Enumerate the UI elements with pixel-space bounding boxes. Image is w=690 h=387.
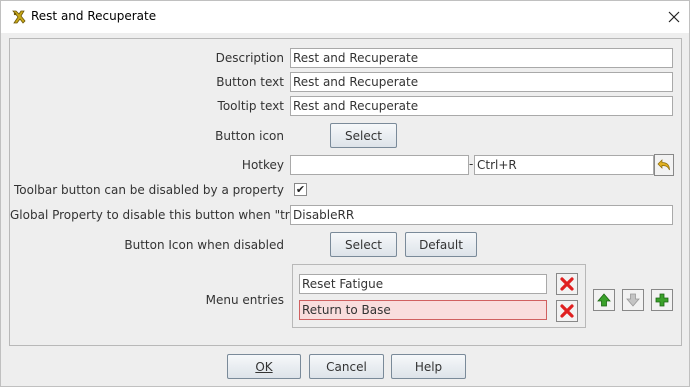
description-field[interactable]: Rest and Recuperate <box>290 48 673 68</box>
menu-entries-list: Reset Fatigue Return to Base <box>292 264 586 328</box>
tooltip-field[interactable]: Rest and Recuperate <box>290 96 673 116</box>
cancel-button[interactable]: Cancel <box>309 354 384 379</box>
button-text-label: Button text <box>216 75 284 89</box>
global-property-label: Global Property to disable this button w… <box>10 208 311 222</box>
title-bar: Rest and Recuperate <box>1 1 689 33</box>
properties-panel: Description Rest and Recuperate Button t… <box>9 38 682 346</box>
close-icon <box>668 11 680 23</box>
app-icon <box>12 10 26 24</box>
ok-button[interactable]: OK <box>227 354 301 379</box>
button-icon-label: Button icon <box>215 129 284 143</box>
button-icon-select-button[interactable]: Select <box>330 123 397 148</box>
menu-entry-field[interactable]: Reset Fatigue <box>299 274 547 294</box>
global-property-field[interactable]: DisableRR <box>290 205 673 225</box>
delete-entry-button[interactable] <box>556 273 578 295</box>
toolbar-disable-checkbox[interactable]: ✔ <box>294 183 307 196</box>
gray-down-arrow-icon <box>626 293 640 307</box>
menu-entry-field-error[interactable]: Return to Base <box>299 300 547 320</box>
green-up-arrow-icon <box>597 293 611 307</box>
toolbar-disable-label: Toolbar button can be disabled by a prop… <box>14 183 284 197</box>
hotkey-input[interactable] <box>290 155 469 175</box>
window-title: Rest and Recuperate <box>31 9 157 23</box>
dialog-window: Rest and Recuperate Description Rest and… <box>0 0 690 387</box>
move-up-button[interactable] <box>593 289 615 311</box>
red-x-icon <box>560 277 574 291</box>
icon-disabled-default-button[interactable]: Default <box>405 232 477 257</box>
menu-entries-label: Menu entries <box>205 293 284 307</box>
ok-label: OK <box>255 359 273 374</box>
hotkey-undo-button[interactable] <box>654 154 674 176</box>
delete-entry-button[interactable] <box>556 300 578 322</box>
tooltip-label: Tooltip text <box>217 99 284 113</box>
hotkey-separator: - <box>469 157 474 171</box>
move-down-button[interactable] <box>622 289 644 311</box>
description-label: Description <box>215 51 284 65</box>
red-x-icon <box>560 304 574 318</box>
close-button[interactable] <box>661 5 687 29</box>
icon-disabled-label: Button Icon when disabled <box>124 238 284 252</box>
undo-arrow-icon <box>657 159 670 171</box>
icon-disabled-select-button[interactable]: Select <box>330 232 397 257</box>
hotkey-display-field: Ctrl+R <box>474 155 654 175</box>
button-text-field[interactable]: Rest and Recuperate <box>290 72 673 92</box>
add-entry-button[interactable] <box>651 289 673 311</box>
hotkey-label: Hotkey <box>241 158 284 172</box>
help-button[interactable]: Help <box>391 354 466 379</box>
green-plus-icon <box>655 293 669 307</box>
